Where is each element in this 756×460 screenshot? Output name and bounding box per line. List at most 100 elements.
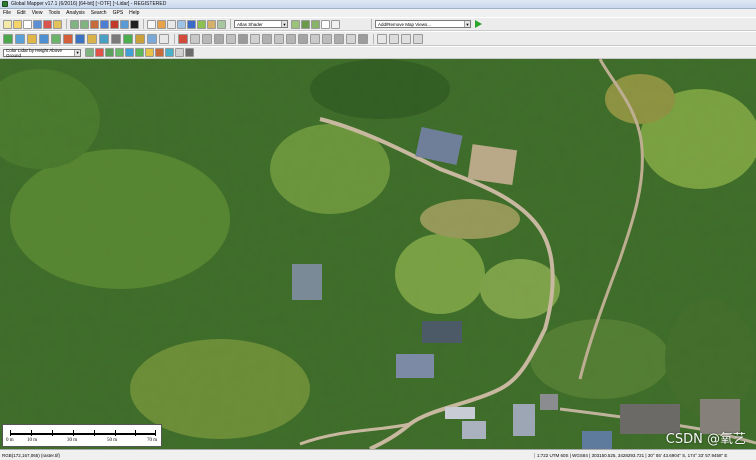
pan-icon[interactable] (90, 19, 99, 29)
contour-icon[interactable] (250, 33, 260, 44)
cut-fill-icon[interactable] (274, 33, 284, 44)
path-profile-icon[interactable] (207, 19, 216, 29)
map-view[interactable]: 0 m 10 m 30 m 50 m 70 m CSDN @氧艺 (0, 59, 756, 449)
rubber-sheet-icon[interactable] (322, 33, 332, 44)
3d-view-icon[interactable] (197, 19, 206, 29)
lidar-profile-icon[interactable] (145, 48, 154, 57)
create-line-icon[interactable] (39, 33, 49, 44)
viewshed-icon[interactable] (226, 33, 236, 44)
edit-vertices-icon[interactable] (99, 33, 109, 44)
print-icon[interactable] (147, 19, 156, 29)
buffer-icon[interactable] (286, 33, 296, 44)
contrast-icon[interactable] (311, 19, 320, 29)
scale-label: 70 m (147, 438, 158, 443)
lidar-color-select[interactable]: Color Lidar by Height Above Ground ▼ (3, 48, 81, 58)
export-icon[interactable] (53, 19, 62, 29)
simplify-icon[interactable] (298, 33, 308, 44)
refresh-icon[interactable] (120, 19, 129, 29)
menu-analysis[interactable]: Analysis (66, 10, 85, 16)
volume-icon[interactable] (262, 33, 272, 44)
measure-line-icon[interactable] (202, 33, 212, 44)
toolbar-separator (66, 19, 67, 29)
lidar-class-icon[interactable] (95, 48, 104, 57)
attribute-icon[interactable] (346, 33, 356, 44)
open-folder-icon[interactable] (13, 19, 22, 29)
lidar-grid-icon[interactable] (175, 48, 184, 57)
create-circle-icon[interactable] (75, 33, 85, 44)
digitizer-icon[interactable] (3, 33, 13, 44)
menu-help[interactable]: Help (129, 10, 139, 16)
scale-tick (52, 430, 53, 436)
scale-label: 30 m (67, 438, 78, 443)
move-feature-icon[interactable] (87, 33, 97, 44)
copy-icon[interactable] (413, 33, 423, 44)
rotate-icon[interactable] (147, 33, 157, 44)
delete-feature-icon[interactable] (111, 33, 121, 44)
up-arrow-icon[interactable] (331, 19, 340, 29)
menu-view[interactable]: View (32, 10, 43, 16)
toolbar-separator (371, 19, 372, 29)
scale-icon[interactable] (159, 33, 169, 44)
measure-area-icon[interactable] (190, 33, 200, 44)
download-online-data-icon[interactable] (43, 19, 52, 29)
status-pixel-info: RGB(172,167,065) (raster.tif) (2, 452, 61, 458)
menu-gps[interactable]: GPS (113, 10, 124, 16)
line-of-sight-icon[interactable] (214, 33, 224, 44)
save-icon[interactable] (33, 19, 42, 29)
open-file-icon[interactable] (3, 19, 12, 29)
config-icon[interactable] (217, 19, 226, 29)
zoom-out-icon[interactable] (80, 19, 89, 29)
menu-edit[interactable]: Edit (17, 10, 26, 16)
info-icon[interactable] (167, 19, 176, 29)
toolbar-separator (230, 19, 231, 29)
split-icon[interactable] (123, 33, 133, 44)
north-arrow-icon[interactable] (321, 19, 330, 29)
full-view-icon[interactable] (100, 19, 109, 29)
shader-options-icon[interactable] (291, 19, 300, 29)
redo-icon[interactable] (389, 33, 399, 44)
undo-icon[interactable] (377, 33, 387, 44)
menu-search[interactable]: Search (91, 10, 107, 16)
grid-icon[interactable] (130, 19, 139, 29)
lidar-vegetation-icon[interactable] (115, 48, 124, 57)
title-bar: Global Mapper v17.1 (6/2016) [64-bit] [~… (0, 0, 756, 9)
watermark: CSDN @氧艺 (665, 432, 746, 447)
new-workspace-icon[interactable] (23, 19, 32, 29)
overlay-control-icon[interactable] (177, 19, 186, 29)
menu-tools[interactable]: Tools (48, 10, 60, 16)
smooth-icon[interactable] (310, 33, 320, 44)
zoom-in-icon[interactable] (70, 19, 79, 29)
lidar-select-icon[interactable] (155, 48, 164, 57)
lidar-noise-icon[interactable] (135, 48, 144, 57)
lidar-building-icon[interactable] (125, 48, 134, 57)
measure-icon[interactable] (157, 19, 166, 29)
shader-select[interactable]: Atlas Shader ▼ (234, 20, 288, 28)
watershed-icon[interactable] (238, 33, 248, 44)
create-area-icon[interactable] (27, 33, 37, 44)
create-point-icon[interactable] (51, 33, 61, 44)
map-views-select[interactable]: Add/Remove Map Views... ▼ (375, 20, 471, 28)
play-icon[interactable] (475, 20, 482, 28)
snap-icon[interactable] (401, 33, 411, 44)
toolbar-separator (373, 33, 374, 44)
globe-icon[interactable] (187, 19, 196, 29)
style-icon[interactable] (358, 33, 368, 44)
lidar-filter-icon[interactable] (85, 48, 94, 57)
window-title: Global Mapper v17.1 (6/2016) [64-bit] [~… (11, 1, 167, 7)
select-feature-icon[interactable] (15, 33, 25, 44)
back-icon[interactable] (110, 19, 119, 29)
menu-file[interactable]: File (3, 10, 11, 16)
scale-tick (73, 430, 74, 436)
feature-info-icon[interactable] (334, 33, 344, 44)
toolbar-main: Atlas Shader ▼ Add/Remove Map Views... ▼ (0, 17, 756, 31)
lidar-edit-icon[interactable] (165, 48, 174, 57)
terrain-icon[interactable] (301, 19, 310, 29)
lidar-table-icon[interactable] (185, 48, 194, 57)
pin-icon[interactable] (178, 33, 188, 44)
scale-tick (115, 430, 116, 436)
create-rectangle-icon[interactable] (63, 33, 73, 44)
lidar-ground-icon[interactable] (105, 48, 114, 57)
merge-icon[interactable] (135, 33, 145, 44)
chevron-down-icon: ▼ (74, 49, 80, 56)
chevron-down-icon: ▼ (281, 21, 287, 27)
